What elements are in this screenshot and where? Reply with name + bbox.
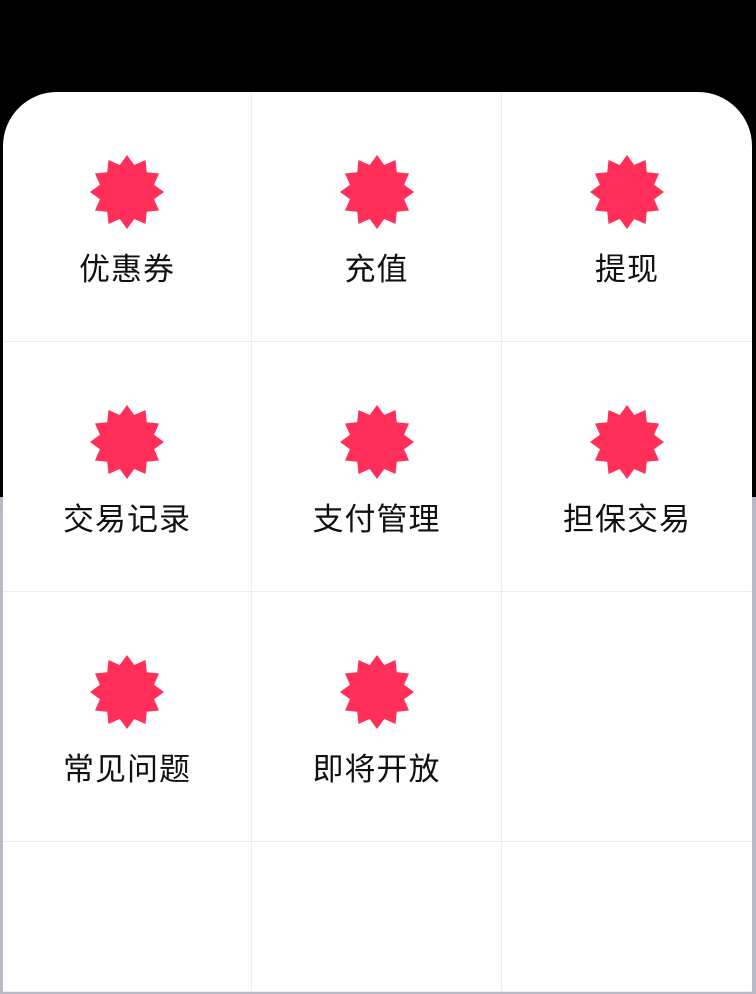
badge-icon xyxy=(89,654,165,730)
grid-cell-empty xyxy=(3,842,252,992)
badge-icon xyxy=(89,404,165,480)
grid-item-coupon[interactable]: 优惠券 xyxy=(3,92,252,342)
grid-item-label: 即将开放 xyxy=(312,752,441,788)
grid-item-label: 常见问题 xyxy=(63,752,191,788)
grid-item-recharge[interactable]: 充值 xyxy=(252,92,502,342)
grid-cell-empty xyxy=(252,842,502,992)
badge-icon xyxy=(339,154,415,230)
grid-item-faq[interactable]: 常见问题 xyxy=(3,592,252,842)
grid-item-label: 交易记录 xyxy=(63,502,191,538)
grid-item-transaction-records[interactable]: 交易记录 xyxy=(3,342,252,592)
badge-icon xyxy=(589,154,665,230)
menu-sheet: 优惠券 充值 提现 交易记录 支付管理 担保交易 常见问题 即将开放 xyxy=(3,92,752,992)
grid-item-coming-soon[interactable]: 即将开放 xyxy=(252,592,502,842)
grid-item-label: 提现 xyxy=(595,252,659,288)
grid-cell-empty xyxy=(502,592,752,842)
screen: 优惠券 充值 提现 交易记录 支付管理 担保交易 常见问题 即将开放 xyxy=(0,0,756,994)
badge-icon xyxy=(339,654,415,730)
menu-grid: 优惠券 充值 提现 交易记录 支付管理 担保交易 常见问题 即将开放 xyxy=(3,92,752,992)
grid-item-label: 充值 xyxy=(344,252,409,288)
badge-icon xyxy=(589,404,665,480)
badge-icon xyxy=(339,404,415,480)
grid-item-label: 担保交易 xyxy=(563,502,691,538)
badge-icon xyxy=(89,154,165,230)
grid-cell-empty xyxy=(502,842,752,992)
grid-item-escrow-trading[interactable]: 担保交易 xyxy=(502,342,752,592)
grid-item-label: 支付管理 xyxy=(312,502,441,538)
grid-item-withdraw[interactable]: 提现 xyxy=(502,92,752,342)
grid-item-label: 优惠券 xyxy=(79,252,175,288)
grid-item-payment-management[interactable]: 支付管理 xyxy=(252,342,502,592)
